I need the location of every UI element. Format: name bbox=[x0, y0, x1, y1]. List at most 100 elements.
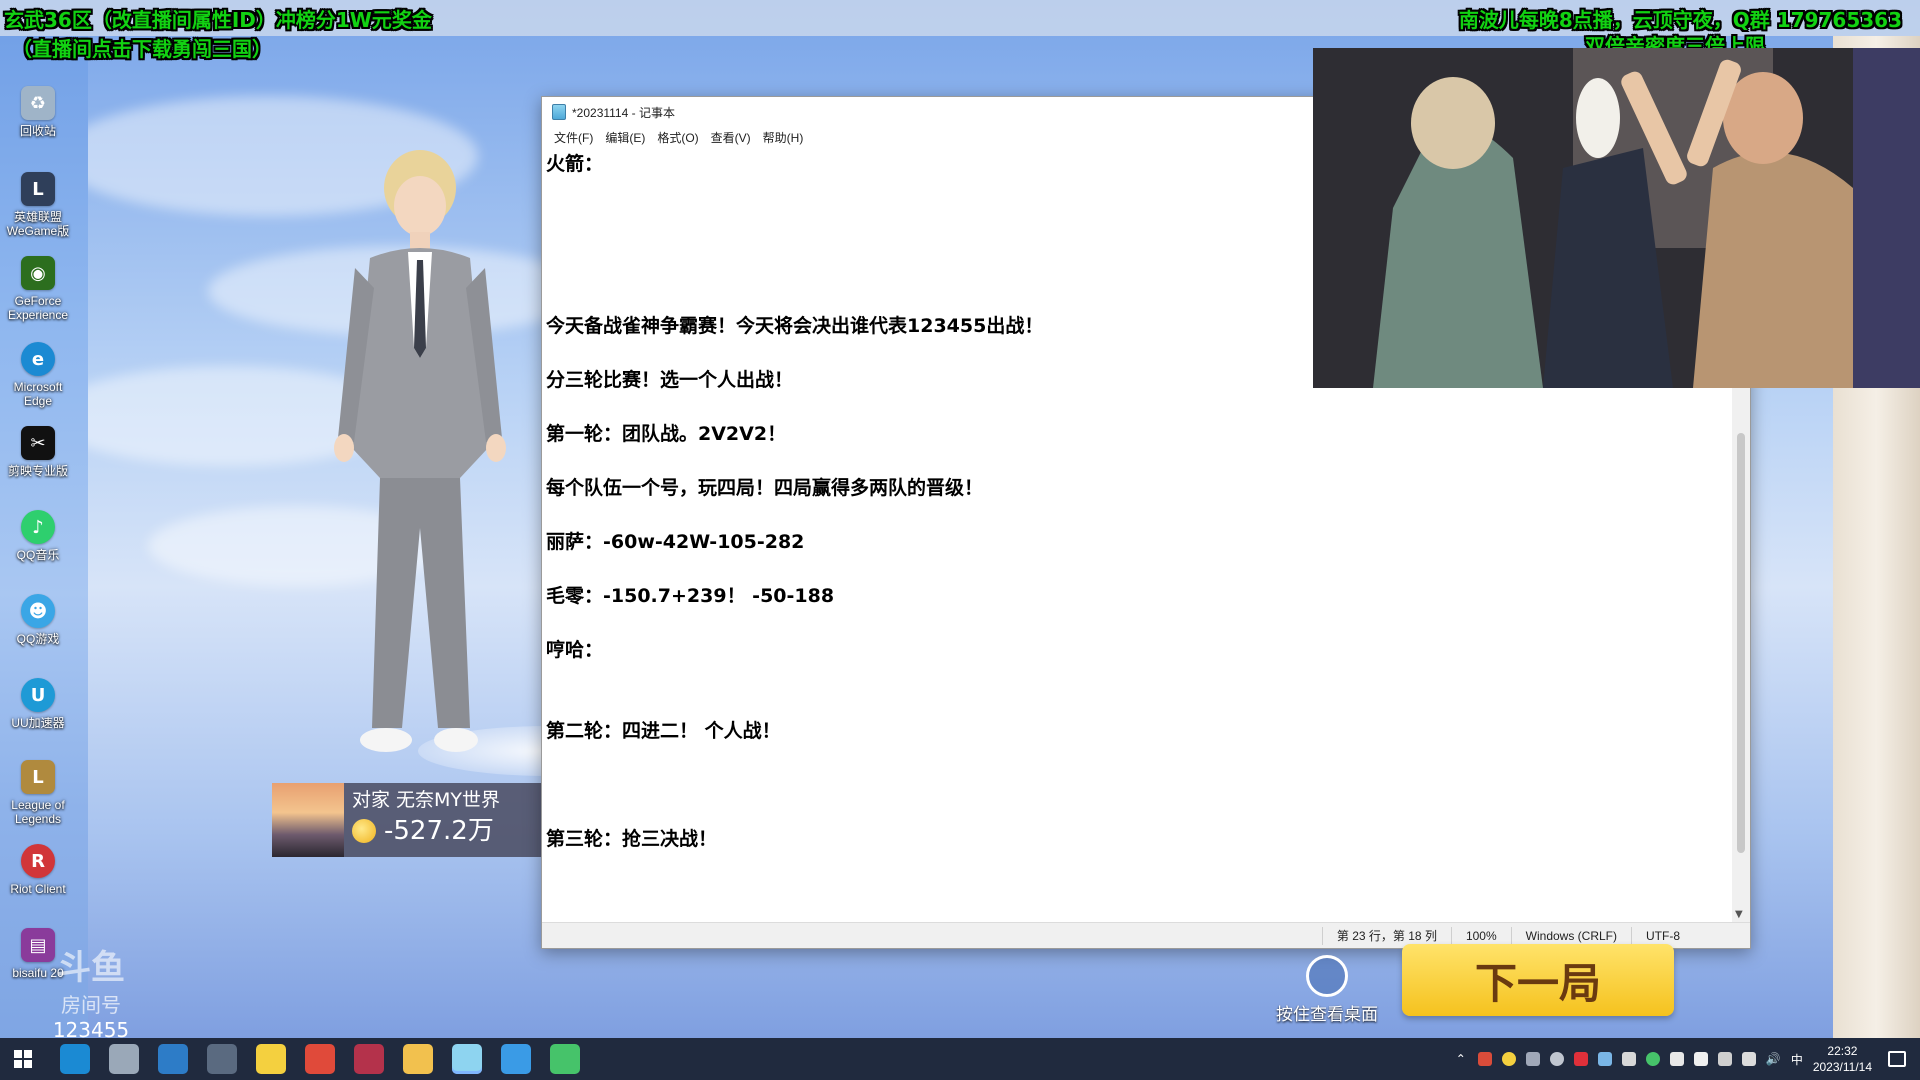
tray-app-icon[interactable] bbox=[1645, 1052, 1660, 1066]
desktop-icon-label: League of Legends bbox=[11, 798, 65, 826]
volume-icon[interactable]: 🔊 bbox=[1766, 1052, 1781, 1066]
notepad-text-line: 火箭： bbox=[546, 153, 604, 175]
qq-game-icon: ☻ bbox=[21, 594, 55, 628]
desktop-icon-label: UU加速器 bbox=[11, 716, 65, 730]
douyu-logo: 斗鱼 bbox=[57, 948, 125, 988]
desktop-icon-label: 英雄联盟 WeGame版 bbox=[6, 210, 70, 238]
desktop-icon-label: QQ音乐 bbox=[16, 548, 60, 562]
edge-app-icon[interactable] bbox=[60, 1044, 90, 1074]
notepad-text-line: 毛零：-150.7+239！ -50-188 bbox=[546, 585, 835, 607]
notepad-text-line: 丽萨：-60w-42W-105-282 bbox=[546, 531, 805, 553]
tray-app-icon[interactable] bbox=[1501, 1052, 1516, 1066]
status-zoom: 100% bbox=[1450, 926, 1511, 945]
pen-app-icon[interactable] bbox=[354, 1044, 384, 1074]
hyperv-app-icon[interactable] bbox=[158, 1044, 188, 1074]
taskbar-clock[interactable]: 22:32 2023/11/14 bbox=[1813, 1043, 1872, 1075]
scroll-down-icon[interactable]: ▼ bbox=[1735, 909, 1743, 920]
next-round-button[interactable]: 下一局 bbox=[1402, 944, 1674, 1016]
desktop-icon-label: Riot Client bbox=[10, 882, 66, 896]
league-icon: L bbox=[21, 760, 55, 794]
notification-center-icon[interactable] bbox=[1888, 1051, 1906, 1067]
desktop-icon-edge[interactable]: e Microsoft Edge bbox=[2, 342, 74, 408]
security-icon[interactable] bbox=[1693, 1052, 1708, 1066]
webcam-feed bbox=[1313, 48, 1920, 388]
usb-icon[interactable] bbox=[1669, 1052, 1684, 1066]
clock-date: 2023/11/14 bbox=[1812, 1060, 1872, 1074]
tray-app-icon[interactable] bbox=[1597, 1052, 1612, 1066]
geforce-icon: ◉ bbox=[21, 256, 55, 290]
wifi-icon[interactable] bbox=[1717, 1052, 1732, 1066]
opponent-name: 对家 无奈MY世界 bbox=[352, 789, 501, 811]
douyu-watermark: 斗鱼 房间号 123455 bbox=[36, 940, 146, 1042]
menu-view[interactable]: 查看(V) bbox=[711, 129, 751, 146]
fingerprint-label: 按住查看桌面 bbox=[1276, 1005, 1378, 1025]
capcut-icon: ✂ bbox=[21, 426, 55, 460]
desktop-icon-label: GeForce Experience bbox=[7, 294, 69, 322]
fingerprint-button[interactable]: 按住查看桌面 bbox=[1268, 955, 1386, 1025]
windows-start-icon[interactable] bbox=[14, 1050, 32, 1068]
clock-time: 22:32 bbox=[1827, 1044, 1858, 1058]
menu-help[interactable]: 帮助(H) bbox=[763, 129, 804, 146]
desktop-icon-label: 回收站 bbox=[19, 124, 56, 138]
desktop-icon-league-wegame[interactable]: L 英雄联盟 WeGame版 bbox=[2, 172, 74, 238]
notepad-text-line: 今天备战雀神争霸赛！今天将会决出谁代表123455出战！ bbox=[546, 315, 1044, 337]
game-character bbox=[334, 150, 506, 752]
coin-icon bbox=[352, 819, 376, 843]
desktop-icon-riot[interactable]: R Riot Client bbox=[2, 844, 74, 896]
status-line-ending: Windows (CRLF) bbox=[1510, 926, 1631, 945]
taskbar: ⌃ 🔊 中 22:32 2023/11/14 bbox=[0, 1038, 1920, 1080]
tray-app-icon[interactable] bbox=[1525, 1052, 1540, 1066]
tray-app-icon[interactable] bbox=[1477, 1052, 1492, 1066]
notepad-text-line: 哼哈： bbox=[546, 639, 604, 661]
edge-icon: e bbox=[21, 342, 55, 376]
opponent-card: 对家 无奈MY世界 -527.2万 bbox=[272, 783, 542, 857]
opponent-avatar bbox=[272, 783, 344, 857]
notepad-text-line: 分三轮比赛！选一个人出战！ bbox=[546, 369, 794, 391]
notepad-app-icon[interactable] bbox=[452, 1044, 482, 1074]
overlay-banner-left-2: （直播间点击下载勇闯三国） bbox=[12, 37, 272, 61]
desktop-icon-qq-game[interactable]: ☻ QQ游戏 bbox=[2, 594, 74, 646]
notepad-title: *20231114 - 记事本 bbox=[572, 105, 675, 120]
game-app-icon[interactable] bbox=[550, 1044, 580, 1074]
overlay-banner-left-1: 玄武36区（改直播间属性ID）冲榜分1W元奖金 bbox=[4, 8, 432, 32]
desktop-icon-label: QQ游戏 bbox=[16, 632, 60, 646]
desktop-icon-qq-music[interactable]: ♪ QQ音乐 bbox=[2, 510, 74, 562]
notepad-text-line: 第二轮：四进二！ 个人战！ bbox=[546, 720, 781, 742]
notepad-text-line: 第一轮：团队战。2V2V2！ bbox=[546, 423, 787, 445]
system-tray: ⌃ 🔊 中 22:32 2023/11/14 bbox=[1456, 1038, 1920, 1080]
scrollbar-thumb[interactable] bbox=[1737, 433, 1745, 853]
desktop-icon-league[interactable]: L League of Legends bbox=[2, 760, 74, 826]
desktop-icon-uu[interactable]: U UU加速器 bbox=[2, 678, 74, 730]
notepad-icon bbox=[552, 104, 566, 120]
room-label: 房间号 bbox=[61, 993, 121, 1017]
tray-app-icon[interactable] bbox=[1549, 1052, 1564, 1066]
webcam-scene bbox=[1313, 48, 1920, 388]
network-icon[interactable] bbox=[1741, 1052, 1756, 1066]
qq-app-icon[interactable] bbox=[501, 1044, 531, 1074]
tray-app-icon[interactable] bbox=[1573, 1052, 1588, 1066]
desktop-icon-recycle-bin[interactable]: ♻ 回收站 bbox=[2, 86, 74, 138]
menu-file[interactable]: 文件(F) bbox=[554, 129, 593, 146]
qq-music-icon: ♪ bbox=[21, 510, 55, 544]
obs-app-icon[interactable] bbox=[256, 1044, 286, 1074]
desktop-icon-capcut[interactable]: ✂ 剪映专业版 bbox=[2, 426, 74, 478]
status-cursor-position: 第 23 行，第 18 列 bbox=[1321, 926, 1451, 945]
chrome-app-icon[interactable] bbox=[305, 1044, 335, 1074]
riot-client-icon: R bbox=[21, 844, 55, 878]
input-method-indicator[interactable]: 中 bbox=[1791, 1051, 1803, 1068]
explorer-app-icon[interactable] bbox=[403, 1044, 433, 1074]
microphone-icon[interactable] bbox=[1621, 1052, 1636, 1066]
recycle-bin-icon: ♻ bbox=[21, 86, 55, 120]
uu-accelerator-icon: U bbox=[21, 678, 55, 712]
bird-app-icon[interactable] bbox=[109, 1044, 139, 1074]
menu-format[interactable]: 格式(O) bbox=[657, 129, 698, 146]
desktop-icon-label: 剪映专业版 bbox=[7, 464, 68, 478]
desktop-icon-label: Microsoft Edge bbox=[13, 380, 63, 408]
overlay-banner-right-1: 南波儿每晚8点播，云顶守夜，Q群 179765363 bbox=[1458, 8, 1902, 32]
desktop-icon-geforce[interactable]: ◉ GeForce Experience bbox=[2, 256, 74, 322]
league-wegame-icon: L bbox=[21, 172, 55, 206]
remote-app-icon[interactable] bbox=[207, 1044, 237, 1074]
tray-expand-icon[interactable]: ⌃ bbox=[1456, 1052, 1466, 1066]
notepad-text-line: 第三轮：抢三决战！ bbox=[546, 828, 718, 850]
menu-edit[interactable]: 编辑(E) bbox=[605, 129, 645, 146]
